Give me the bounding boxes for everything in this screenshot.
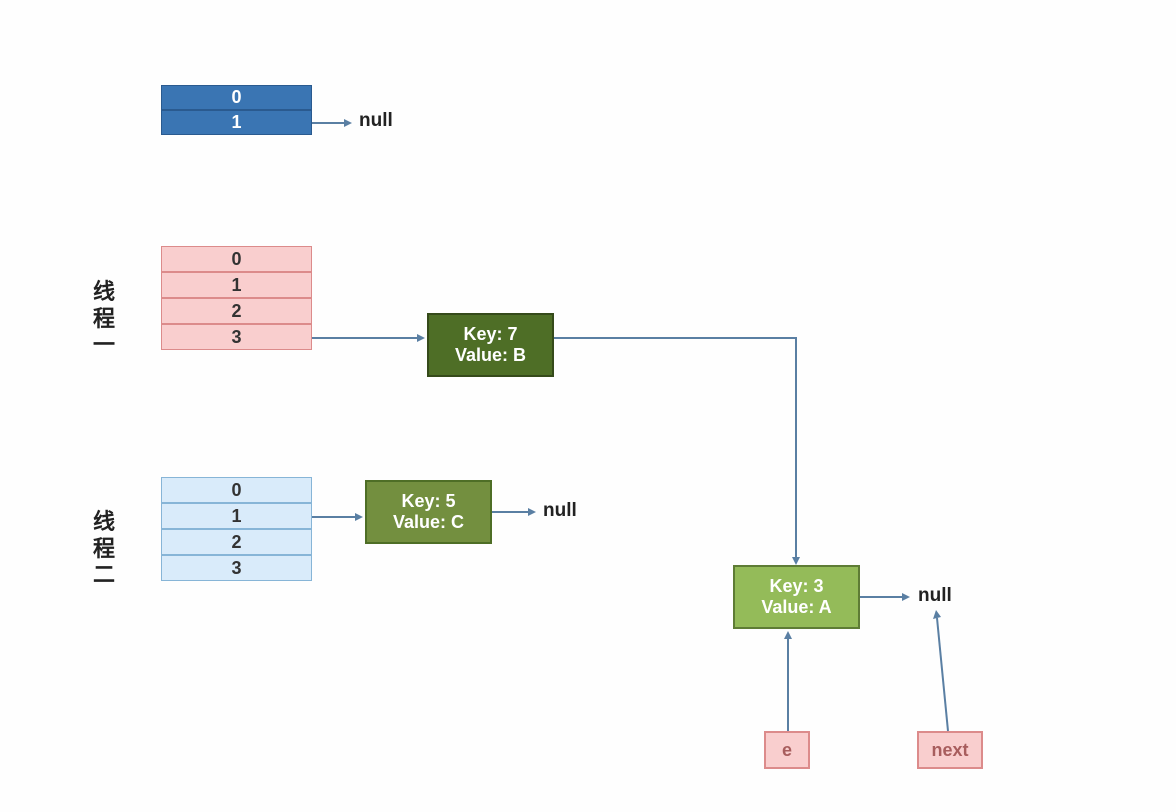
lightblue-table-cell-0: 0 [161,477,312,503]
blue-table-cell-0: 0 [161,85,312,110]
e-box: e [764,731,810,769]
pink-table-cell-0: 0 [161,246,312,272]
pink-table-cell-1: 1 [161,272,312,298]
arrow-key3-to-null [860,596,912,606]
cell-value: 2 [231,532,241,553]
node-value: Value: A [761,597,831,618]
thread1-label: 线 程 一 [90,253,118,359]
arrow-e-to-key3 [783,629,797,731]
cell-value: 1 [231,112,241,133]
node-key: Key: 7 [463,324,517,345]
arrow-lightblue-to-key5 [312,516,365,526]
arrow-pink-to-key7 [312,337,427,347]
cell-value: 1 [231,275,241,296]
cell-value: 0 [231,480,241,501]
e-label: e [782,740,792,761]
null-label-1: null [359,110,393,132]
pink-table-cell-3: 3 [161,324,312,350]
lightblue-table-cell-1: 1 [161,503,312,529]
node-key3: Key: 3 Value: A [733,565,860,629]
cell-value: 0 [231,87,241,108]
next-label: next [931,740,968,761]
node-key: Key: 3 [769,576,823,597]
arrow-key7-to-key3 [554,337,808,575]
arrow-key5-to-null [492,511,538,521]
lightblue-table-cell-2: 2 [161,529,312,555]
arrow-next-to-null [932,608,954,731]
next-box: next [917,731,983,769]
pink-table-cell-2: 2 [161,298,312,324]
cell-value: 0 [231,249,241,270]
node-value: Value: C [393,512,464,533]
node-key5: Key: 5 Value: C [365,480,492,544]
blue-table-cell-1: 1 [161,110,312,135]
thread2-label: 线 程 二 [90,483,118,589]
node-value: Value: B [455,345,526,366]
cell-value: 1 [231,506,241,527]
cell-value: 3 [231,327,241,348]
cell-value: 3 [231,558,241,579]
node-key7: Key: 7 Value: B [427,313,554,377]
arrow-blue-to-null [312,122,354,132]
null-label-2: null [543,500,577,522]
null-label-3: null [918,585,952,607]
node-key: Key: 5 [401,491,455,512]
cell-value: 2 [231,301,241,322]
lightblue-table-cell-3: 3 [161,555,312,581]
